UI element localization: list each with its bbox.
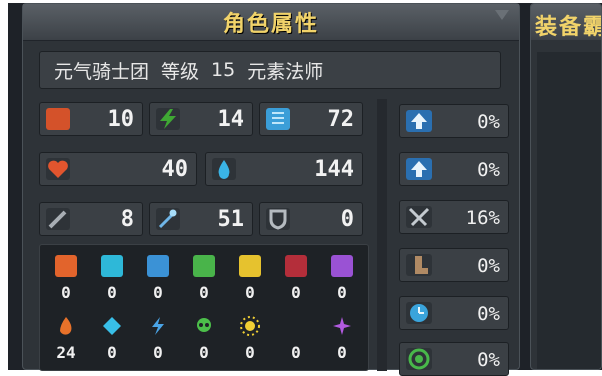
water-drop-icon bbox=[212, 158, 236, 180]
heart-icon bbox=[46, 158, 70, 180]
wind-shield-icon bbox=[147, 255, 169, 277]
attack-stat[interactable]: 8 bbox=[39, 202, 143, 236]
fire-icon bbox=[55, 315, 77, 337]
light-resistance-value: 0 bbox=[245, 283, 255, 302]
fire-shield-icon bbox=[55, 255, 77, 277]
lightning-icon bbox=[156, 108, 180, 130]
mana-stat[interactable]: 144 bbox=[205, 152, 363, 186]
agility-stat[interactable]: 14 bbox=[149, 102, 253, 136]
character-info-bar: 元气骑士团 等级 15 元素法师 bbox=[39, 51, 501, 89]
fire-resistance-value: 0 bbox=[61, 283, 71, 302]
equipment-panel-body bbox=[537, 52, 601, 369]
dark-shield-icon bbox=[285, 255, 307, 277]
skull-icon bbox=[193, 315, 215, 337]
arrow-up-icon bbox=[406, 158, 432, 180]
poison-damage-value: 0 bbox=[199, 343, 209, 362]
stat-percent: 0% bbox=[477, 349, 500, 371]
sun-icon bbox=[239, 315, 261, 337]
stat-value: 10 bbox=[107, 107, 135, 132]
secondary-stat-4[interactable]: 0% bbox=[399, 248, 509, 282]
sword-icon bbox=[46, 208, 70, 230]
guild-name: 元气骑士团 bbox=[54, 60, 150, 83]
wind-resistance-value: 0 bbox=[153, 283, 163, 302]
stat-percent: 0% bbox=[477, 159, 500, 181]
stat-percent: 0% bbox=[477, 303, 500, 325]
secondary-stat-5[interactable]: 0% bbox=[399, 296, 509, 330]
stat-value: 51 bbox=[217, 207, 245, 232]
secondary-stat-1[interactable]: 0% bbox=[399, 104, 509, 138]
light-damage-value: 0 bbox=[245, 343, 255, 362]
moon-icon bbox=[285, 315, 307, 337]
arrow-up-icon bbox=[406, 110, 432, 132]
shield-icon bbox=[266, 208, 290, 230]
lightning-damage-value: 0 bbox=[153, 343, 163, 362]
health-stat[interactable]: 40 bbox=[39, 152, 197, 186]
column-divider bbox=[377, 99, 387, 371]
strength-stat[interactable]: 10 bbox=[39, 102, 143, 136]
title-bar: 角色属性 bbox=[23, 4, 519, 41]
stat-value: 0 bbox=[340, 207, 354, 232]
lightning-bolt-icon bbox=[147, 315, 169, 337]
poison-shield-icon bbox=[193, 255, 215, 277]
level-value: 15 bbox=[211, 59, 236, 81]
crossed-swords-icon bbox=[406, 206, 432, 228]
star-icon bbox=[331, 315, 353, 337]
ice-damage-value: 0 bbox=[107, 343, 117, 362]
magic-attack-stat[interactable]: 51 bbox=[149, 202, 253, 236]
equipment-panel: 装备霸 bbox=[530, 3, 602, 370]
ice-shield-icon bbox=[101, 255, 123, 277]
stat-value: 40 bbox=[161, 157, 189, 182]
ice-crystal-icon bbox=[101, 315, 123, 337]
level-label: 等级 bbox=[161, 60, 200, 83]
stat-value: 72 bbox=[327, 107, 355, 132]
dark-damage-value: 0 bbox=[291, 343, 301, 362]
stat-percent: 0% bbox=[477, 255, 500, 277]
target-icon bbox=[406, 348, 432, 370]
dark-resistance-value: 0 bbox=[291, 283, 301, 302]
stat-value: 8 bbox=[120, 207, 134, 232]
character-attributes-panel: 角色属性 元气骑士团 等级 15 元素法师 10 14 72 40 144 8 … bbox=[22, 3, 520, 376]
staff-icon bbox=[156, 208, 180, 230]
clock-icon bbox=[406, 302, 432, 324]
class-name: 元素法师 bbox=[247, 60, 324, 83]
arcane-resistance-value: 0 bbox=[337, 283, 347, 302]
secondary-stat-6[interactable]: 0% bbox=[399, 342, 509, 376]
defense-stat[interactable]: 0 bbox=[259, 202, 363, 236]
secondary-stat-2[interactable]: 0% bbox=[399, 152, 509, 186]
game-window: 角色属性 元气骑士团 等级 15 元素法师 10 14 72 40 144 8 … bbox=[8, 3, 602, 376]
light-shield-icon bbox=[239, 255, 261, 277]
intelligence-stat[interactable]: 72 bbox=[259, 102, 363, 136]
corner-decoration-icon bbox=[495, 10, 509, 20]
poison-resistance-value: 0 bbox=[199, 283, 209, 302]
element-resistance-grid: 0 0 0 0 0 0 0 24 0 0 0 0 0 0 bbox=[39, 244, 369, 371]
fire-damage-value: 24 bbox=[56, 343, 76, 362]
stat-value: 14 bbox=[217, 107, 245, 132]
boot-icon bbox=[406, 254, 432, 276]
stat-percent: 0% bbox=[477, 111, 500, 133]
secondary-stat-3[interactable]: 16% bbox=[399, 200, 509, 234]
arcane-shield-icon bbox=[331, 255, 353, 277]
panel-title: 角色属性 bbox=[222, 12, 319, 37]
equipment-panel-title: 装备霸 bbox=[531, 4, 601, 40]
arcane-damage-value: 0 bbox=[337, 343, 347, 362]
ice-resistance-value: 0 bbox=[107, 283, 117, 302]
stat-percent: 16% bbox=[465, 207, 500, 229]
stat-value: 144 bbox=[314, 157, 354, 182]
book-icon bbox=[266, 108, 290, 130]
fist-icon bbox=[46, 108, 70, 130]
